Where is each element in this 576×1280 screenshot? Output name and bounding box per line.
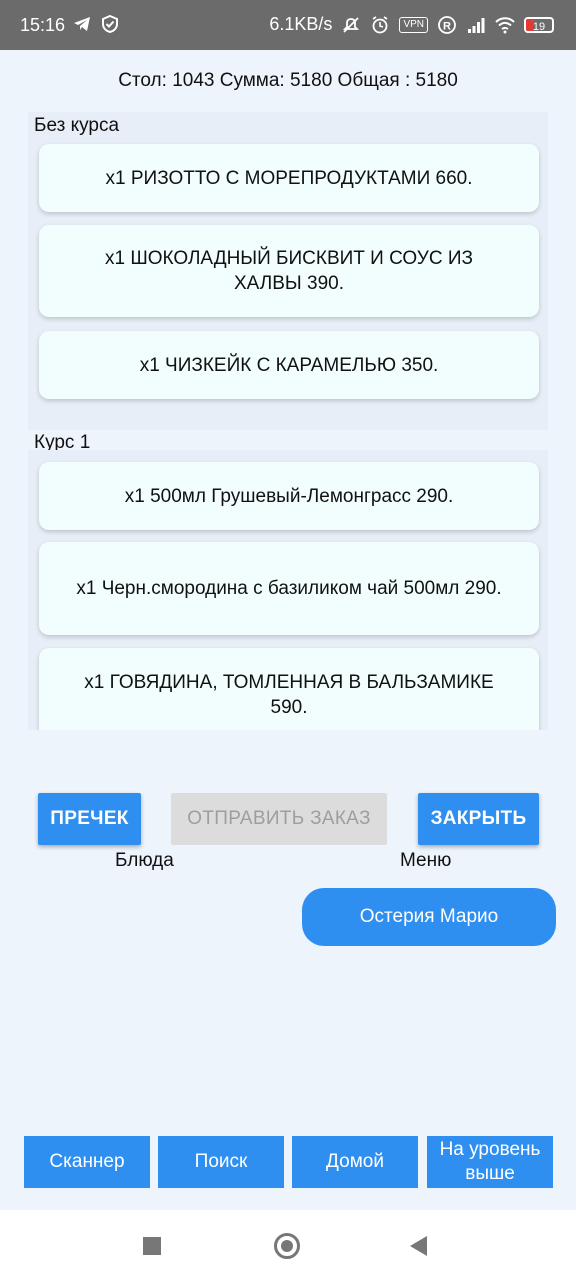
order-item[interactable]: x1 ЧИЗКЕЙК С КАРАМЕЛЬЮ 350.	[39, 331, 539, 399]
registered-icon: R	[438, 15, 456, 34]
alarm-icon	[372, 15, 388, 33]
vpn-badge: VPN	[399, 16, 428, 33]
recents-icon[interactable]	[143, 1237, 161, 1255]
network-speed: 6.1KB/s	[269, 14, 333, 34]
scanner-button[interactable]: Сканнер	[24, 1136, 150, 1188]
battery-level: 19	[532, 20, 546, 33]
mute-icon	[343, 16, 360, 33]
close-order-button[interactable]: ЗАКРЫТЬ	[418, 793, 539, 845]
order-summary: Стол: 1043 Сумма: 5180 Общая : 5180	[118, 70, 458, 91]
send-order-button[interactable]: ОТПРАВИТЬ ЗАКАЗ	[171, 793, 387, 845]
restaurant-button[interactable]: Остерия Марио	[302, 888, 556, 946]
menu-caption: Меню	[400, 850, 452, 871]
home-circle-icon[interactable]	[274, 1233, 300, 1259]
dishes-caption: Блюда	[115, 850, 174, 871]
order-item[interactable]: x1 ШОКОЛАДНЫЙ БИСКВИТ И СОУС ИЗ ХАЛВЫ 39…	[39, 225, 539, 317]
up-level-button[interactable]: На уровень выше	[427, 1136, 553, 1188]
home-button[interactable]: Домой	[292, 1136, 418, 1188]
order-item[interactable]: x1 500мл Грушевый-Лемонграсс 290.	[39, 462, 539, 530]
back-icon[interactable]	[410, 1236, 427, 1256]
order-item[interactable]: x1 ГОВЯДИНА, ТОМЛЕННАЯ В БАЛЬЗАМИКЕ 590.	[39, 648, 539, 730]
battery-icon: 19	[524, 16, 554, 33]
shield-check-icon	[102, 14, 118, 34]
group-label: Без курса	[34, 115, 120, 136]
signal-icon	[468, 17, 485, 33]
status-time: 15:16	[20, 15, 66, 35]
telegram-icon	[74, 17, 90, 31]
precheck-button[interactable]: ПРЕЧЕК	[38, 793, 141, 845]
order-item[interactable]: x1 Черн.смородина с базиликом чай 500мл …	[39, 542, 539, 635]
search-button[interactable]: Поиск	[158, 1136, 284, 1188]
order-list-scroll[interactable]: x1 500мл Грушевый-Лемонграсс 290. x1 Чер…	[0, 450, 576, 730]
system-navigation-bar	[0, 1210, 576, 1280]
svg-text:R: R	[443, 20, 451, 32]
wifi-icon	[495, 16, 515, 33]
status-bar: 15:16 6.1KB/s VPN R 19	[0, 0, 576, 50]
order-item[interactable]: x1 РИЗОТТО С МОРЕПРОДУКТАМИ 660.	[39, 144, 539, 212]
